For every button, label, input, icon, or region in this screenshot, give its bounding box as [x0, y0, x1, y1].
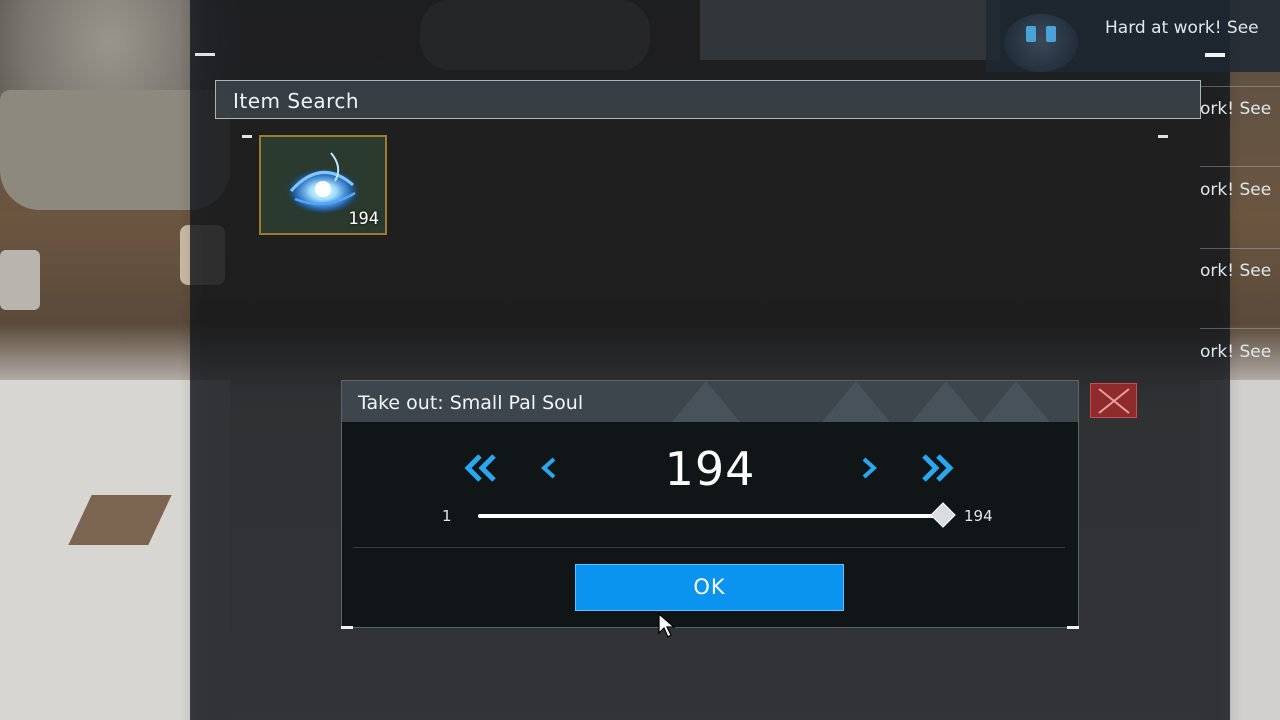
avatar-ear-icon [1046, 26, 1056, 42]
header-pattern [822, 381, 890, 422]
item-search-titlebar: Item Search [215, 80, 1201, 119]
notification-divider [1200, 328, 1280, 329]
increase-max-button[interactable] [918, 450, 958, 490]
mouse-cursor-icon [658, 613, 676, 638]
header-pattern [982, 381, 1050, 422]
quantity-value: 194 [664, 442, 756, 496]
quantity-slider[interactable] [478, 502, 956, 528]
pal-avatar [1004, 14, 1078, 72]
item-count: 194 [348, 209, 379, 229]
notification-divider [1200, 86, 1280, 87]
item-slot[interactable]: 194 [259, 135, 387, 235]
dialog-divider [353, 547, 1065, 548]
notification-divider [1200, 166, 1280, 167]
chevron-right-icon [862, 457, 877, 479]
grid-corner-marker [1158, 135, 1168, 138]
slider-fill [478, 514, 943, 518]
notification-text: Hard at work! See [1105, 18, 1259, 38]
increase-button[interactable] [858, 450, 898, 490]
double-chevron-left-icon [464, 454, 496, 482]
header-pattern [672, 381, 740, 422]
avatar-ear-icon [1026, 26, 1036, 42]
notification-text: ork! See [1200, 180, 1272, 200]
close-button[interactable] [1090, 383, 1137, 418]
window-corner-marker [195, 53, 215, 56]
decrease-min-button[interactable] [462, 450, 502, 490]
slider-min-label: 1 [442, 507, 452, 525]
grid-corner-marker [242, 135, 252, 138]
notification-divider [1200, 248, 1280, 249]
decrease-button[interactable] [536, 450, 576, 490]
close-icon [1098, 388, 1130, 414]
dialog-corner-marker [341, 626, 353, 629]
item-search-title: Item Search [233, 89, 360, 113]
notification-text: ork! See [1200, 342, 1272, 362]
notification-text: ork! See [1200, 99, 1272, 119]
ok-button[interactable]: OK [575, 564, 844, 611]
slider-max-label: 194 [964, 507, 993, 525]
dialog-title: Take out: Small Pal Soul [358, 392, 584, 414]
dialog-corner-marker [1067, 626, 1079, 629]
double-chevron-right-icon [922, 454, 954, 482]
header-pattern [912, 381, 980, 422]
chevron-left-icon [541, 457, 556, 479]
notification-marker [1205, 53, 1225, 57]
pal-soul-icon [285, 152, 361, 213]
dialog-header: Take out: Small Pal Soul [342, 381, 1078, 422]
notification-text: ork! See [1200, 261, 1272, 281]
